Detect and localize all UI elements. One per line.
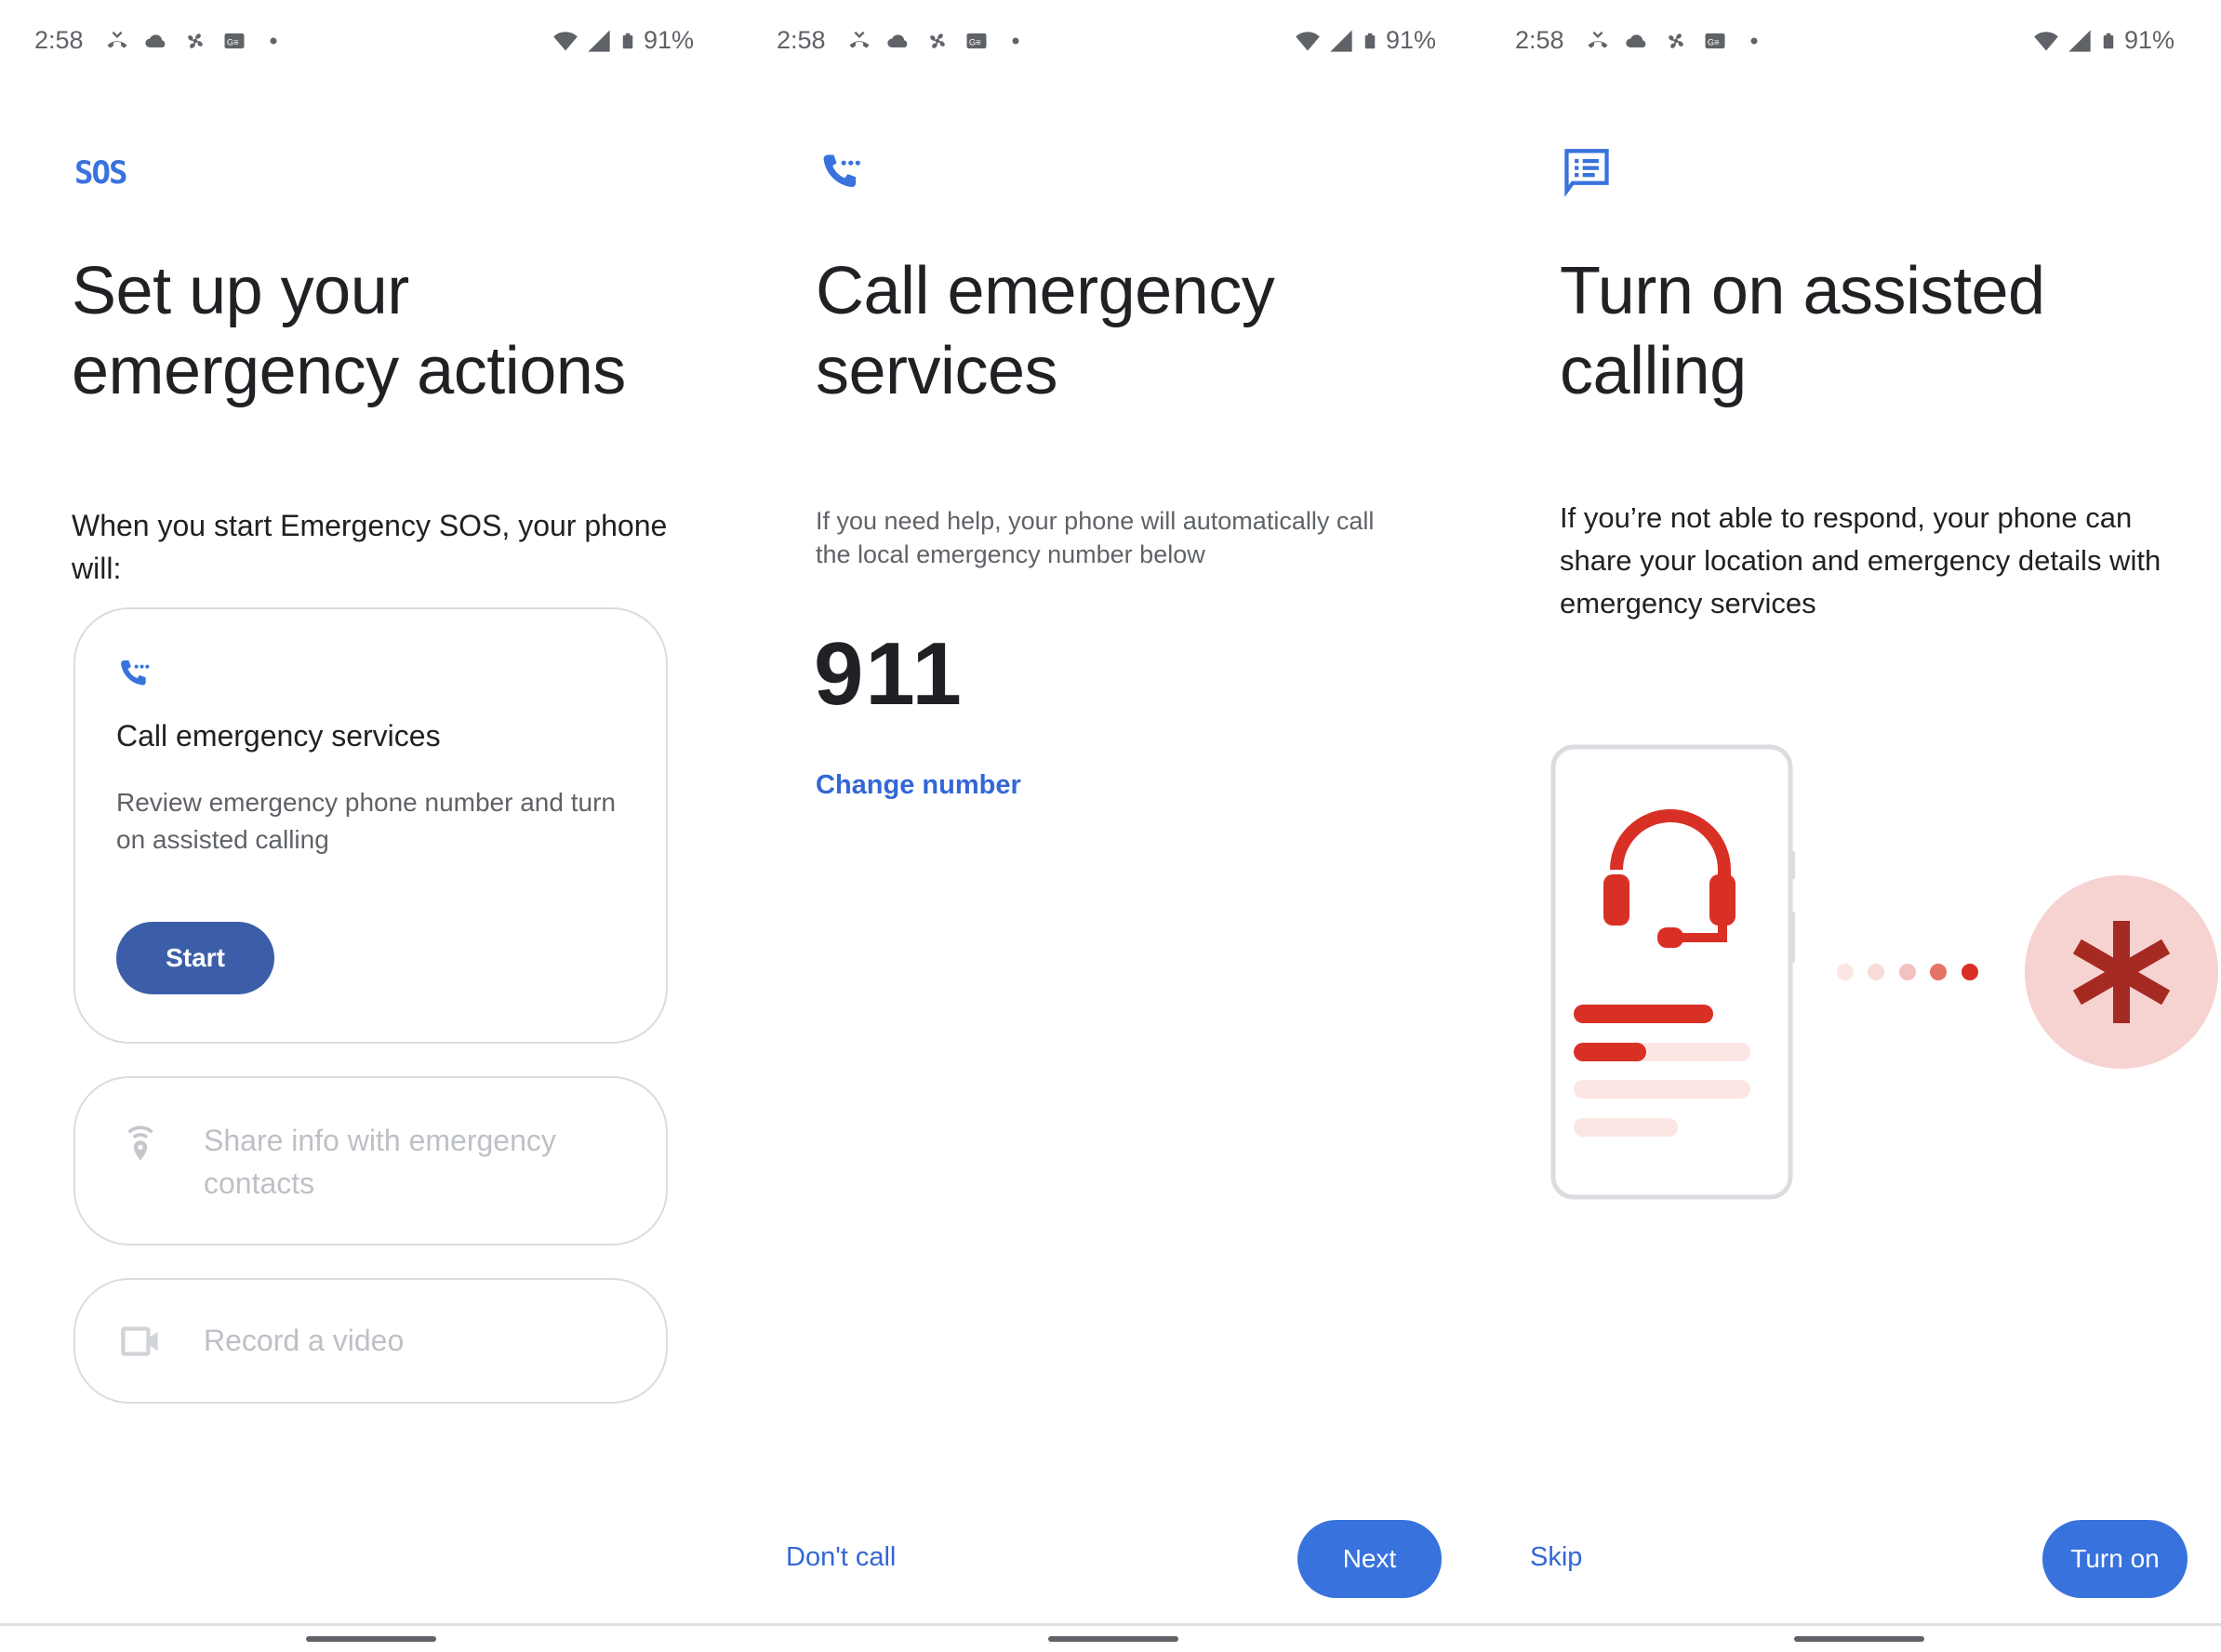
wifi-icon: [1296, 31, 1320, 50]
start-button[interactable]: Start: [116, 922, 274, 994]
battery-icon: [2103, 33, 2114, 48]
title-line-1: Turn on assisted: [1560, 254, 2045, 328]
nav-handle[interactable]: [1048, 1636, 1178, 1642]
text-line: [1574, 1080, 1750, 1099]
svg-text:G≡: G≡: [1708, 38, 1720, 47]
missed-call-icon: [849, 31, 870, 48]
news-icon: G≡: [966, 33, 987, 49]
card-title: Share info with emergency contacts: [204, 1124, 556, 1200]
nav-handle[interactable]: [306, 1636, 436, 1642]
cloud-icon: [887, 34, 908, 47]
page-title: Call emergency services: [816, 251, 1275, 411]
connection-dot: [1837, 964, 1854, 980]
screen-setup-emergency-actions: 2:58 G≡ 91% SOS Set up your emergency ac…: [0, 0, 740, 1652]
text-line: [1574, 1118, 1678, 1137]
news-icon: G≡: [1705, 33, 1725, 49]
page-title: Set up your emergency actions: [72, 251, 626, 411]
fan-icon: [188, 33, 203, 48]
battery-percent: 91%: [643, 26, 694, 54]
message-list-icon: [1564, 149, 1609, 197]
connection-dot: [1899, 964, 1916, 980]
cloud-icon: [145, 34, 166, 47]
fan-icon: [930, 33, 945, 48]
turn-on-button[interactable]: Turn on: [2042, 1520, 2188, 1598]
description: If you’re not able to respond, your phon…: [1560, 501, 2161, 620]
card-record-video: Record a video: [73, 1278, 668, 1404]
title-line-1: Set up your: [72, 254, 409, 328]
location-share-icon: [127, 1126, 153, 1161]
card-description: Review emergency phone number and turn o…: [116, 788, 616, 854]
dont-call-button[interactable]: Don't call: [786, 1542, 896, 1573]
phone-dots-icon: [823, 154, 860, 188]
title-line-2: emergency actions: [72, 334, 626, 408]
text-line: [1574, 1005, 1713, 1023]
status-bar: 2:58 G≡ 91%: [742, 26, 1483, 60]
video-camera-icon: [121, 1326, 158, 1356]
change-number-link[interactable]: Change number: [816, 770, 1021, 801]
status-time: 2:58: [34, 26, 84, 54]
title-line-2: services: [816, 334, 1058, 408]
cloud-icon: [1626, 34, 1646, 47]
wifi-icon: [553, 31, 578, 50]
description: If you need help, your phone will automa…: [816, 507, 1375, 568]
nav-bar-divider: [0, 1623, 2221, 1626]
status-time: 2:58: [777, 26, 826, 54]
dot-icon: [1012, 37, 1019, 45]
wifi-icon: [2034, 31, 2058, 50]
screen-assisted-calling: 2:58 G≡ 91% Turn on assisted calling If …: [1481, 0, 2221, 1652]
title-line-2: calling: [1560, 334, 1747, 408]
illustration-phone-button: [1789, 851, 1795, 879]
card-share-info: Share info with emergency contacts: [73, 1076, 668, 1246]
battery-percent: 91%: [2123, 26, 2174, 54]
phone-headset-to-emergency-illustration: [1550, 744, 2218, 1200]
skip-button[interactable]: Skip: [1530, 1542, 1582, 1573]
missed-call-icon: [1588, 31, 1608, 48]
status-time: 2:58: [1515, 26, 1564, 54]
sos-icon: SOS: [74, 154, 127, 192]
status-bar: 2:58 G≡ 91%: [0, 26, 740, 60]
next-button[interactable]: Next: [1297, 1520, 1442, 1598]
text-line: [1574, 1043, 1646, 1061]
connection-dot: [1868, 964, 1884, 980]
signal-icon: [2068, 29, 2091, 52]
fan-icon: [1669, 33, 1683, 48]
title-line-1: Call emergency: [816, 254, 1275, 328]
signal-icon: [588, 29, 610, 52]
card-call-emergency-services: Call emergency services Review emergency…: [73, 607, 668, 1044]
missed-call-icon: [107, 31, 127, 48]
battery-icon: [622, 33, 633, 48]
svg-text:G≡: G≡: [227, 38, 239, 47]
intro-text: When you start Emergency SOS, your phone…: [72, 509, 668, 585]
connection-dot: [1962, 964, 1978, 980]
nav-handle[interactable]: [1794, 1636, 1924, 1642]
svg-text:G≡: G≡: [969, 38, 981, 47]
screen-call-emergency-services: 2:58 G≡ 91% Call emergency services If y…: [742, 0, 1483, 1652]
battery-percent: 91%: [1385, 26, 1436, 54]
phone-dots-icon: [121, 660, 150, 686]
battery-icon: [1364, 33, 1376, 48]
emergency-number: 911: [814, 624, 964, 724]
signal-icon: [1330, 29, 1352, 52]
card-title: Call emergency services: [116, 719, 441, 753]
status-bar: 2:58 G≡ 91%: [1481, 26, 2221, 60]
news-icon: G≡: [224, 33, 245, 49]
illustration-phone-button: [1789, 912, 1795, 963]
dot-icon: [270, 37, 277, 45]
dot-icon: [1750, 37, 1758, 45]
connection-dot: [1930, 964, 1947, 980]
page-title: Turn on assisted calling: [1560, 251, 2045, 411]
card-title: Record a video: [204, 1324, 405, 1357]
